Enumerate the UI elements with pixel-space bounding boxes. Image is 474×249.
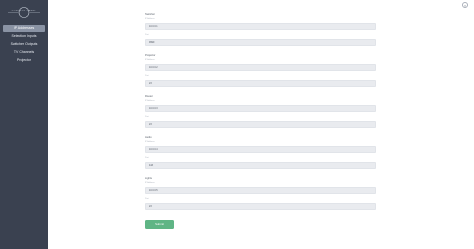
port-label: Port [145,198,149,200]
ip-address-label: IP Address [145,18,155,20]
port-input[interactable]: 443 [145,162,376,169]
ip-address-form: Switcher IP Address 10.0.0.1 Port 9999 P… [145,0,377,249]
sidebar-item-projector[interactable]: Projector [3,57,45,64]
ip-address-label: IP Address [145,141,155,143]
logo: CONTROL PANEL [6,6,42,19]
sidebar-item-selection-inputs[interactable]: Selection Inputs [3,33,45,40]
sidebar: CONTROL PANEL IP Addresses Selection Inp… [0,0,48,249]
section-title: Lights [145,177,152,180]
section-title: Switcher [145,13,155,16]
ip-address-input[interactable]: 10.0.0.4 [145,146,376,153]
port-input[interactable]: 23 [145,80,376,87]
ip-address-input[interactable]: 10.0.0.2 [145,64,376,71]
sidebar-item-ip-addresses[interactable]: IP Addresses [3,25,45,32]
port-input[interactable]: 9999 [145,39,376,46]
close-icon: × [463,3,467,8]
ip-address-label: IP Address [145,59,155,61]
section-title: Router [145,95,153,98]
port-label: Port [145,34,149,36]
logo-text: CONTROL PANEL [11,10,37,12]
port-input[interactable]: 23 [145,203,376,210]
sidebar-item-tv-channels[interactable]: TV Channels [3,49,45,56]
port-label: Port [145,75,149,77]
sidebar-item-switcher-outputs[interactable]: Switcher Outputs [3,41,45,48]
section-title: Audio [145,136,152,139]
port-input[interactable]: 23 [145,121,376,128]
ip-address-input[interactable]: 10.0.0.1 [145,23,376,30]
ip-address-label: IP Address [145,100,155,102]
section-title: Projector [145,54,156,57]
port-label: Port [145,157,149,159]
close-button[interactable]: × [462,2,468,8]
submit-button[interactable]: Submit [145,220,174,229]
ip-address-input[interactable]: 10.0.0.3 [145,105,376,112]
sidebar-nav: IP Addresses Selection Inputs Switcher O… [3,25,45,65]
port-label: Port [145,116,149,118]
ip-address-label: IP Address [145,182,155,184]
ip-address-input[interactable]: 10.0.0.5 [145,187,376,194]
